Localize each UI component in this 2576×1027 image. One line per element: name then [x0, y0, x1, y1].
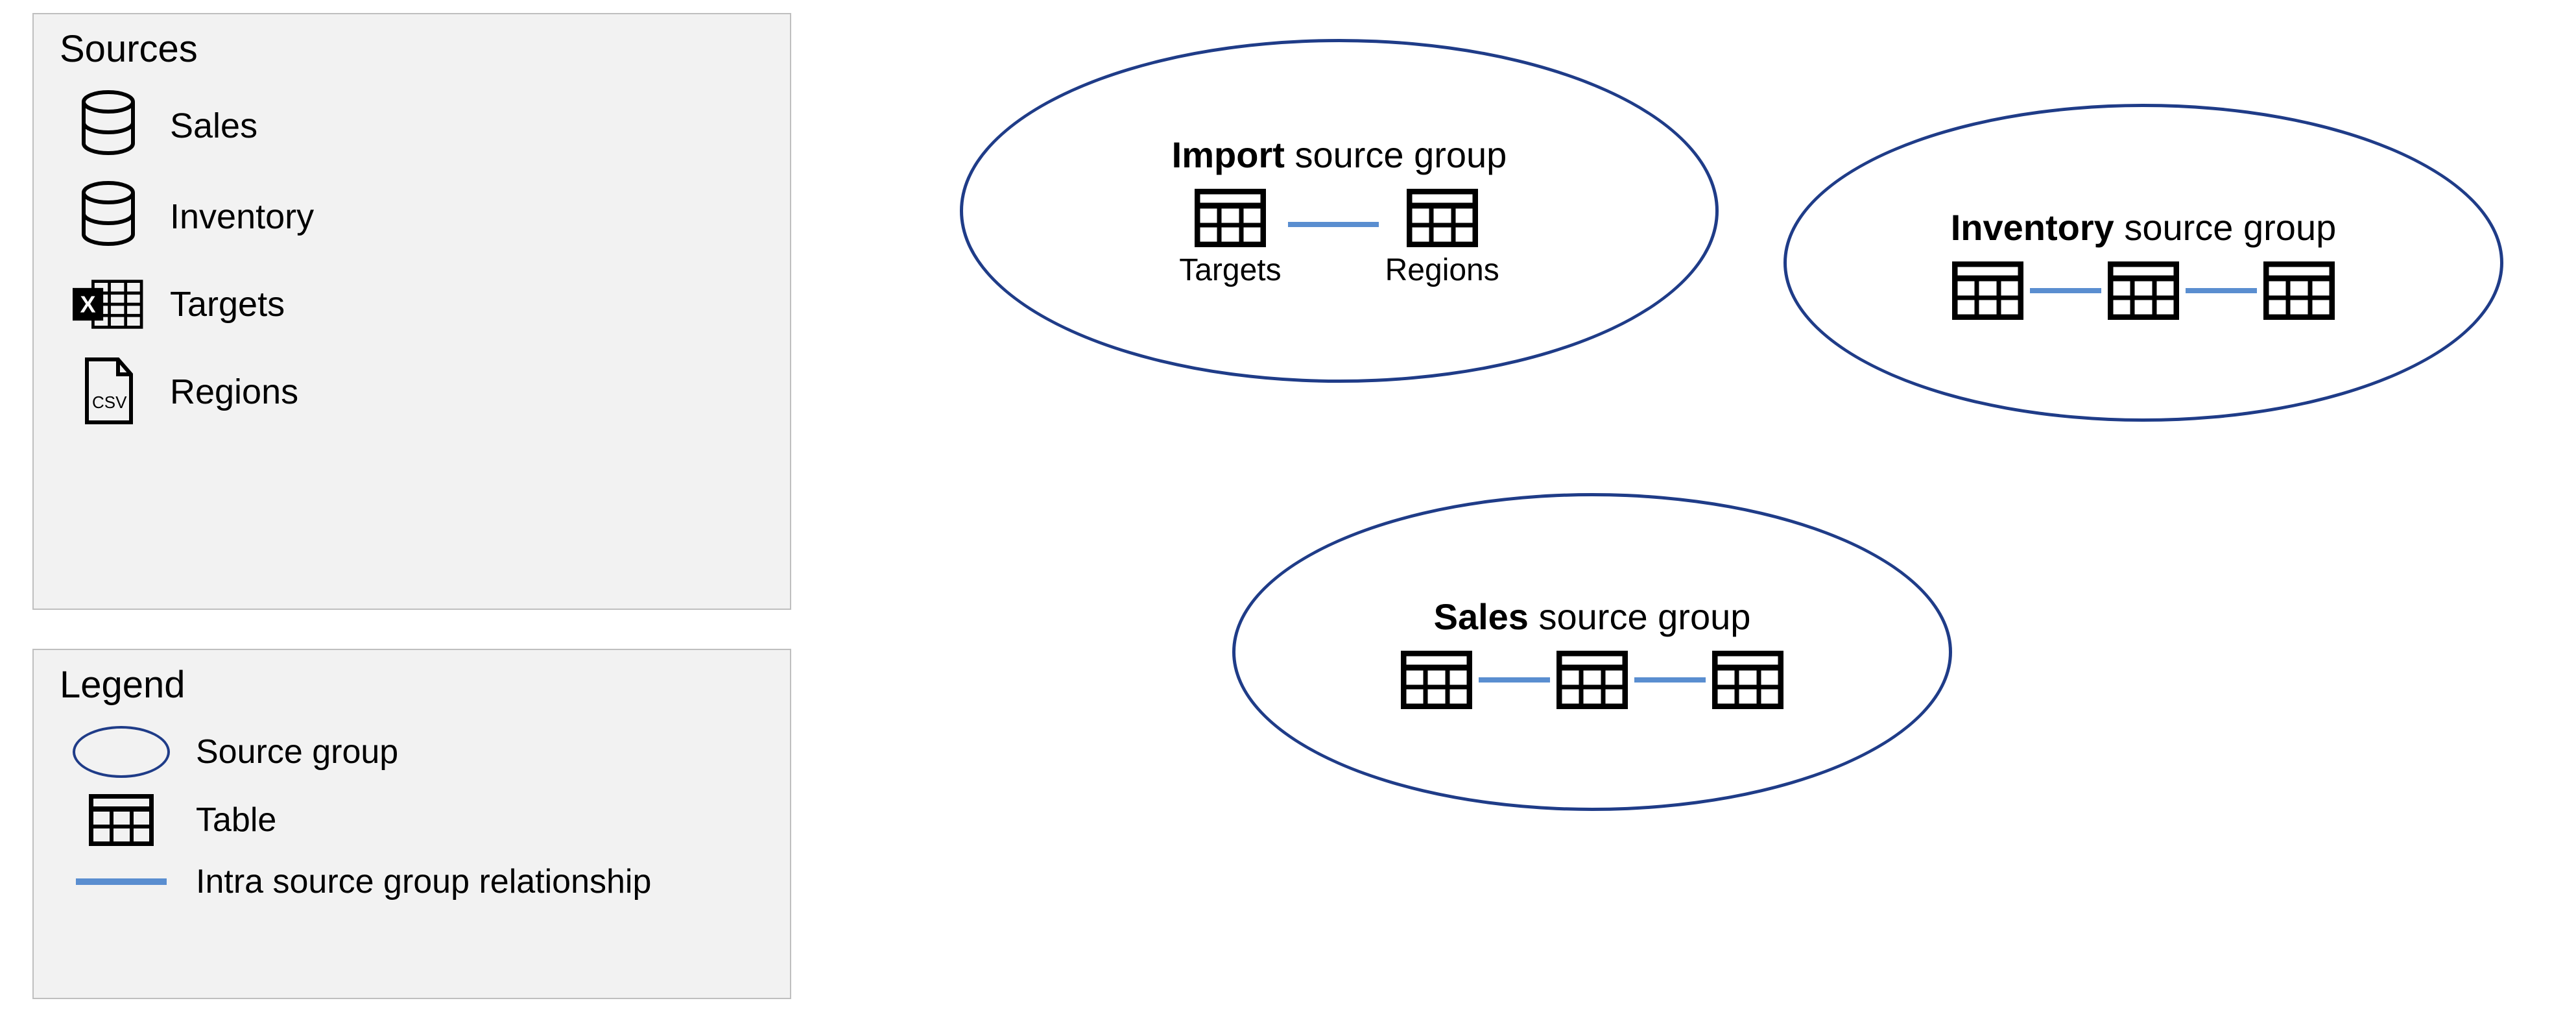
database-icon [73, 181, 144, 252]
database-icon [73, 90, 144, 162]
legend-label: Table [196, 801, 276, 840]
table-icon [73, 794, 170, 846]
table-label: Targets [1179, 252, 1281, 288]
table-icon [1712, 651, 1783, 709]
group-title-bold: Inventory [1951, 207, 2114, 248]
table-icon [1952, 261, 2023, 320]
relationship-line [2186, 288, 2257, 293]
legend-item-table: Table [73, 794, 764, 846]
group-title-rest: source group [1529, 596, 1750, 637]
table-label: Regions [1385, 252, 1499, 288]
legend-item-source-group: Source group [73, 726, 764, 778]
relationship-line [1634, 677, 1706, 683]
relationship-line-icon [73, 878, 170, 885]
group-title-bold: Sales [1434, 596, 1529, 637]
tables-row [1401, 651, 1783, 709]
sales-source-group: Sales source group [1232, 493, 1952, 811]
sources-title: Sources [60, 27, 764, 71]
source-label: Inventory [170, 197, 314, 237]
table-node-targets: Targets [1179, 189, 1281, 288]
relationship-line [1288, 222, 1379, 227]
source-item-inventory: Inventory [73, 181, 764, 252]
sources-panel: Sources Sales Inventory [32, 13, 791, 610]
legend-label: Intra source group relationship [196, 862, 651, 901]
relationship-line [2030, 288, 2101, 293]
excel-icon: X [73, 272, 144, 337]
legend-panel: Legend Source group Table Intra source g… [32, 649, 791, 999]
group-title: Sales source group [1434, 596, 1751, 638]
group-title: Import source group [1172, 134, 1507, 176]
tables-row: Targets Regions [1179, 189, 1499, 288]
ellipse-icon [73, 726, 170, 778]
tables-row [1952, 261, 2335, 320]
table-icon [1401, 651, 1472, 709]
table-icon [1556, 651, 1628, 709]
table-icon [1407, 189, 1478, 247]
source-item-sales: Sales [73, 90, 764, 162]
legend-title: Legend [60, 663, 764, 707]
table-icon [1195, 189, 1266, 247]
source-item-regions: CSV Regions [73, 356, 764, 428]
group-title-rest: source group [1285, 134, 1507, 175]
inventory-source-group: Inventory source group [1783, 104, 2503, 422]
import-source-group: Import source group Targets Regions [960, 39, 1719, 383]
group-title-bold: Import [1172, 134, 1285, 175]
source-label: Targets [170, 284, 285, 324]
svg-text:X: X [80, 291, 96, 318]
source-item-targets: X Targets [73, 272, 764, 337]
csv-icon: CSV [73, 356, 144, 428]
legend-item-relationship: Intra source group relationship [73, 862, 764, 901]
legend-label: Source group [196, 732, 398, 771]
group-title: Inventory source group [1951, 206, 2337, 248]
source-label: Sales [170, 106, 257, 146]
table-node-regions: Regions [1385, 189, 1499, 288]
source-label: Regions [170, 372, 298, 412]
relationship-line [1479, 677, 1550, 683]
table-icon [2263, 261, 2335, 320]
table-icon [2108, 261, 2179, 320]
svg-text:CSV: CSV [92, 393, 127, 412]
group-title-rest: source group [2114, 207, 2336, 248]
